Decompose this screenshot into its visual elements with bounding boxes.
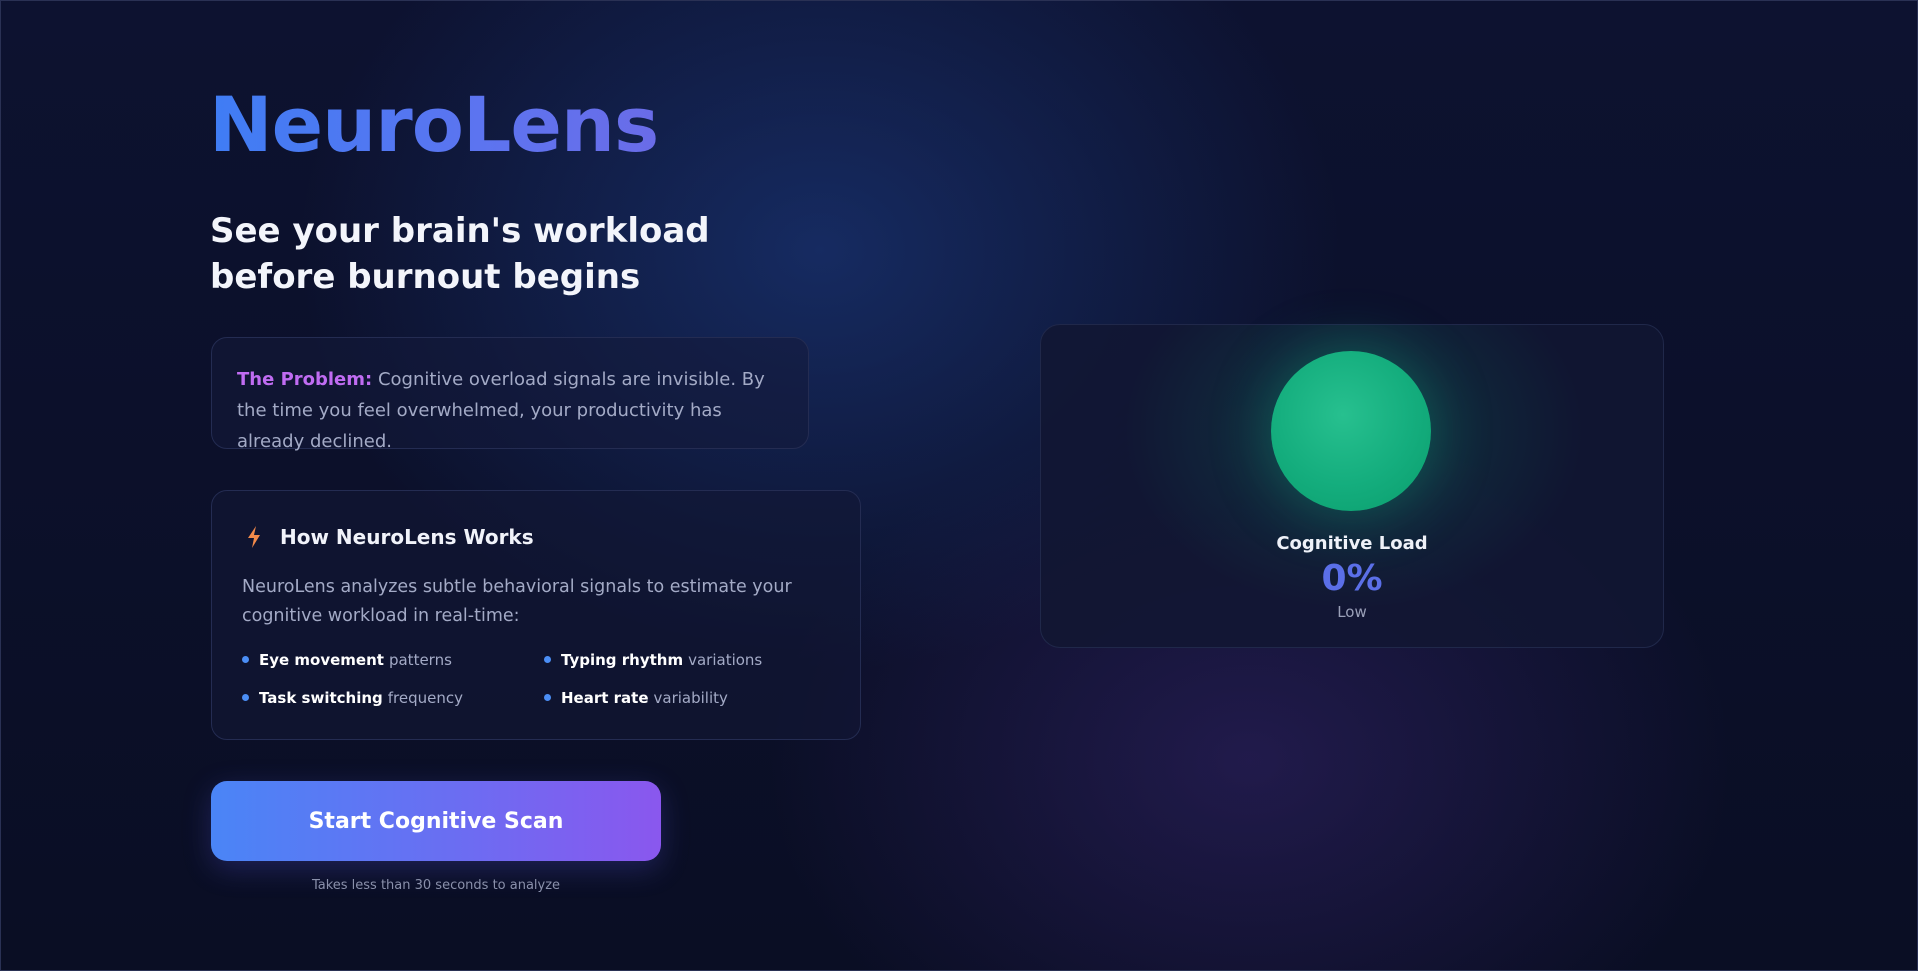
cognitive-load-level: Low (1337, 603, 1367, 621)
signal-name: Heart rate (561, 688, 649, 707)
signal-detail: variations (688, 650, 763, 669)
cognitive-load-orb (1271, 351, 1431, 511)
bullet-dot-icon (242, 694, 249, 701)
signal-name: Typing rhythm (561, 650, 684, 669)
cognitive-load-value: 0% (1321, 558, 1383, 599)
how-it-works-description: NeuroLens analyzes subtle behavioral sig… (242, 577, 792, 626)
cognitive-load-panel: Cognitive Load 0% Low (1040, 324, 1664, 648)
bullet-dot-icon (544, 656, 551, 663)
signal-item-eye-movement: Eye movement patterns (242, 649, 544, 670)
signal-item-heart-rate: Heart rate variability (544, 687, 804, 708)
start-cognitive-scan-button[interactable]: Start Cognitive Scan (211, 781, 661, 861)
how-it-works-header: How NeuroLens Works (242, 523, 830, 551)
hero-headline: See your brain's workload before burnout… (210, 211, 710, 297)
signal-list: Eye movement patterns Typing rhythm vari… (242, 649, 830, 708)
lightning-bolt-icon (248, 526, 260, 548)
signal-name: Eye movement (259, 650, 384, 669)
signal-item-task-switching: Task switching frequency (242, 687, 544, 708)
signal-item-typing-rhythm: Typing rhythm variations (544, 649, 804, 670)
how-it-works-card: How NeuroLens Works NeuroLens analyzes s… (211, 490, 861, 740)
cognitive-load-label: Cognitive Load (1276, 533, 1428, 554)
problem-card: The Problem: Cognitive overload signals … (211, 337, 809, 452)
signal-detail: patterns (388, 650, 452, 669)
signal-detail: frequency (387, 688, 464, 707)
how-it-works-title: How NeuroLens Works (280, 525, 534, 549)
signal-detail: variability (653, 688, 728, 707)
scan-duration-note: Takes less than 30 seconds to analyze (311, 878, 561, 893)
brand-title: NeuroLens (209, 80, 659, 169)
bullet-dot-icon (242, 656, 249, 663)
bullet-dot-icon (544, 694, 551, 701)
landing-page: NeuroLens See your brain's workload befo… (0, 0, 1918, 971)
problem-label: The Problem: (237, 369, 373, 390)
signal-name: Task switching (259, 688, 383, 707)
